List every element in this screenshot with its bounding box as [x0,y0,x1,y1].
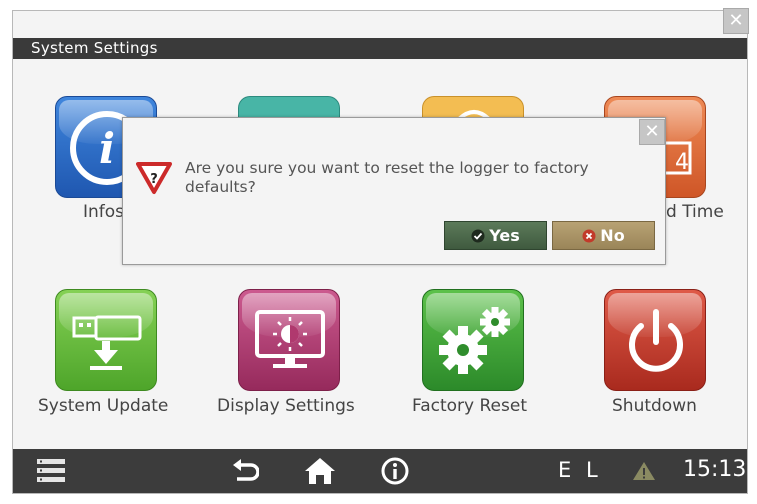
window-title: System Settings [31,39,158,57]
warning-question-icon: ? [136,162,172,194]
title-bar: System Settings [13,38,747,59]
tile-label-display-settings: Display Settings [217,396,355,416]
tile-label-factory-reset: Factory Reset [412,396,527,416]
yes-button-label: Yes [489,226,520,245]
tile-teal[interactable] [238,96,340,118]
tile-label-date-time: d Time [666,202,724,222]
svg-text:i: i [99,124,115,173]
tile-yellow[interactable] [422,96,524,119]
teal-app-icon [239,97,341,119]
taskbar: E L 15:13 [13,449,747,493]
monitor-brightness-icon [255,310,325,368]
tile-label-shutdown: Shutdown [612,396,697,416]
warning-icon[interactable] [632,461,656,481]
power-icon [629,309,683,372]
yes-button[interactable]: Yes [444,221,547,250]
no-button-label: No [600,226,625,245]
menu-icon[interactable] [37,458,65,484]
svg-text:?: ? [150,172,158,187]
info-circle-icon[interactable] [380,456,410,486]
tile-display-settings[interactable] [238,289,340,391]
no-button[interactable]: No [552,221,655,250]
x-circle-icon [582,229,596,243]
check-circle-icon [471,229,485,243]
tile-label-infos: Infos [83,202,125,222]
status-e: E [558,458,572,482]
tile-system-update[interactable] [55,289,157,391]
confirm-dialog: ✕ ? Are you sure you want to reset the l… [122,117,666,265]
usb-download-icon [72,315,142,370]
dialog-close-button[interactable]: ✕ [639,119,665,145]
window-close-button[interactable]: ✕ [723,8,749,34]
status-l: L [586,458,598,482]
tile-label-system-update: System Update [38,396,169,416]
tile-factory-reset[interactable] [422,289,524,391]
tile-shutdown[interactable] [604,289,706,391]
clock: 15:13 [683,457,747,482]
dialog-message: Are you sure you want to reset the logge… [185,159,589,196]
yellow-app-icon [457,110,491,119]
svg-text:4: 4 [675,150,689,175]
back-icon[interactable] [231,457,259,485]
gears-icon [439,307,510,374]
home-icon[interactable] [303,456,337,486]
